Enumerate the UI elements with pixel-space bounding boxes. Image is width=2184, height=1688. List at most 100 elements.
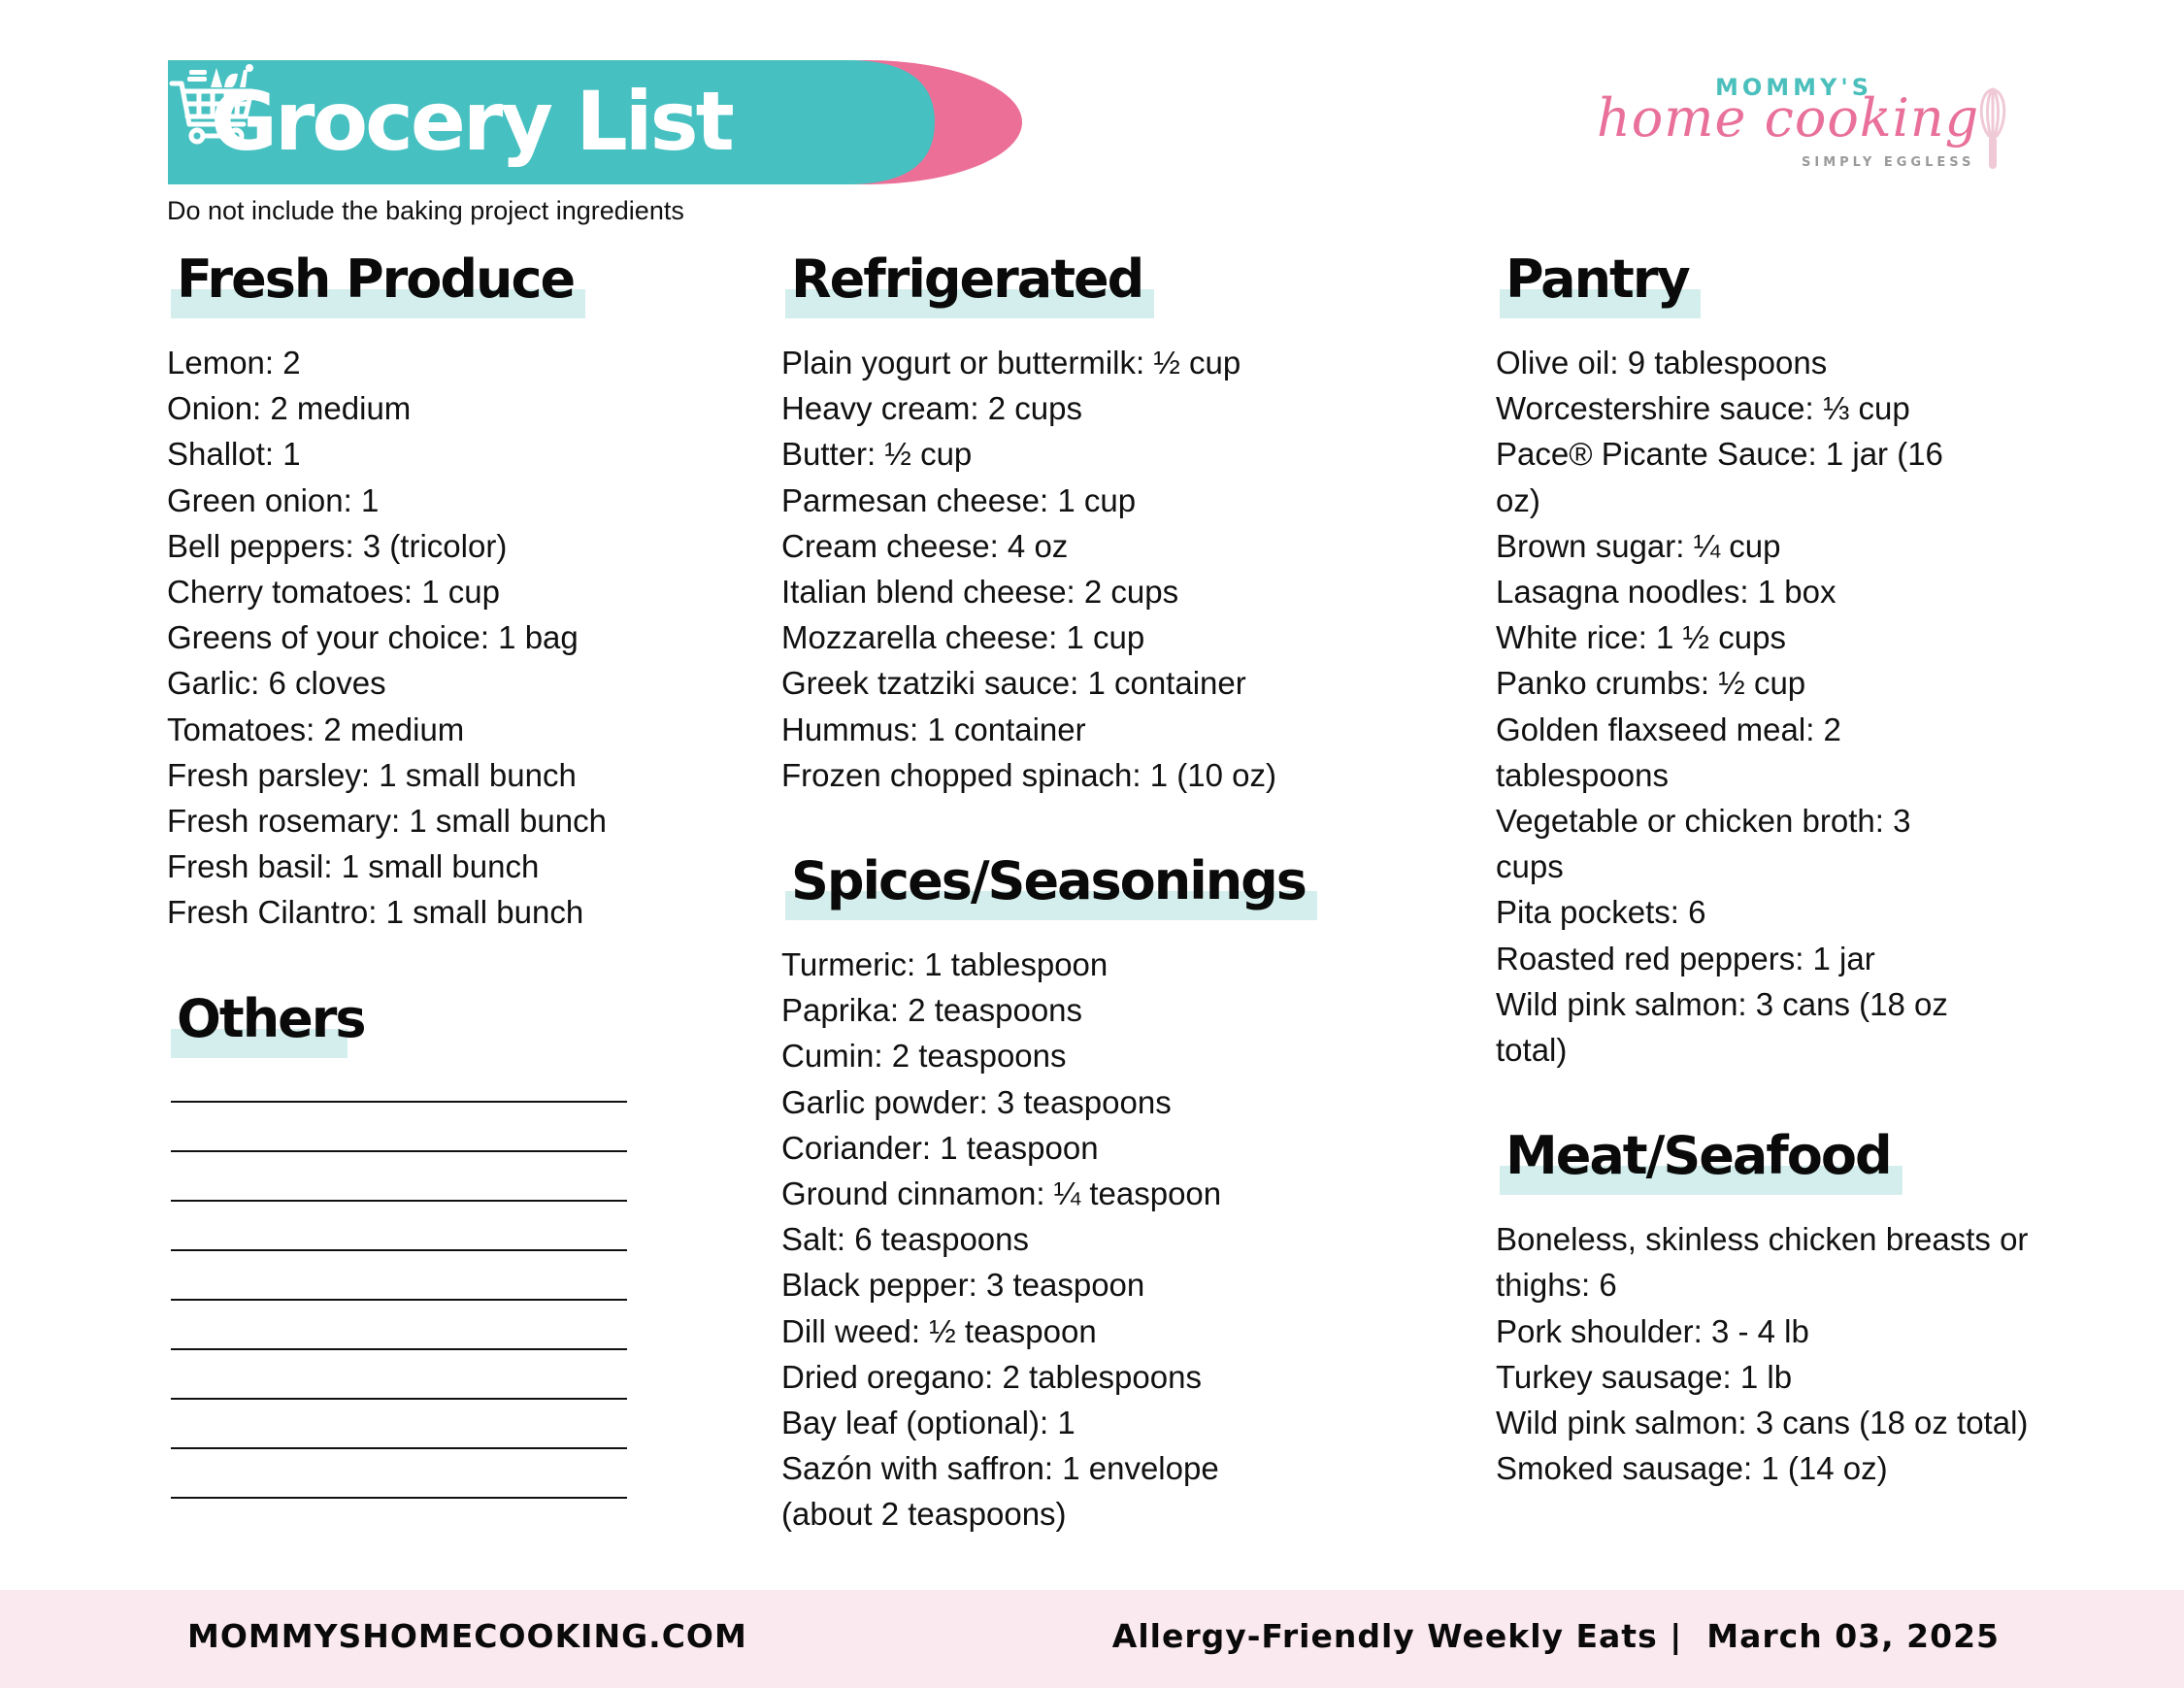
logo-tagline: SIMPLY EGGLESS: [1802, 155, 1975, 170]
list-item: Worcestershire sauce: ⅓ cup: [1496, 390, 1910, 427]
list-item: total): [1496, 1032, 1568, 1069]
heading-text: Refrigerated: [791, 248, 1144, 310]
list-item: Shallot: 1: [167, 436, 301, 473]
list-item: Italian blend cheese: 2 cups: [781, 574, 1179, 611]
spices-list: Turmeric: 1 tablespoon Paprika: 2 teaspoo…: [781, 942, 1364, 1538]
list-item: Fresh basil: 1 small bunch: [167, 848, 540, 885]
list-item: Smoked sausage: 1 (14 oz): [1496, 1450, 1888, 1487]
list-item: Green onion: 1: [167, 481, 380, 518]
list-item: Golden flaxseed meal: 2: [1496, 711, 1841, 747]
list-item: Cumin: 2 teaspoons: [781, 1038, 1067, 1075]
footer-date: March 03, 2025: [1706, 1617, 2000, 1655]
footer-band: MOMMYSHOMECOOKING.COM Allergy-Friendly W…: [0, 1590, 2184, 1688]
fresh-produce-list: Lemon: 2 Onion: 2 medium Shallot: 1 Green o…: [167, 340, 672, 936]
list-item: tablespoons: [1496, 756, 1669, 793]
list-item: Onion: 2 medium: [167, 390, 412, 427]
blank-write-line: [171, 1347, 627, 1350]
list-item: Garlic: 6 cloves: [167, 665, 386, 702]
list-item: oz): [1496, 481, 1540, 518]
list-item: Fresh rosemary: 1 small bunch: [167, 803, 607, 840]
list-item: Cherry tomatoes: 1 cup: [167, 574, 500, 611]
list-item: Heavy cream: 2 cups: [781, 390, 1082, 427]
blank-write-line: [171, 1149, 627, 1152]
title-banner: Grocery List: [168, 60, 1022, 184]
list-item: thighs: 6: [1496, 1267, 1617, 1304]
list-item: Butter: ½ cup: [781, 436, 973, 473]
blank-write-line: [171, 1446, 627, 1449]
column-middle: Refrigerated Plain yogurt or buttermilk:…: [781, 241, 1364, 1538]
list-item: White rice: 1 ½ cups: [1496, 619, 1786, 656]
list-item: Roasted red peppers: 1 jar: [1496, 940, 1875, 976]
list-item: Plain yogurt or buttermilk: ½ cup: [781, 345, 1241, 381]
list-item: Dried oregano: 2 tablespoons: [781, 1358, 1202, 1395]
section-heading-spices: Spices/Seasonings: [785, 843, 1317, 921]
list-item: Greens of your choice: 1 bag: [167, 619, 579, 656]
list-item: Brown sugar: ¼ cup: [1496, 527, 1781, 564]
list-item: Boneless, skinless chicken breasts or: [1496, 1221, 2029, 1258]
list-item: Fresh parsley: 1 small bunch: [167, 756, 577, 793]
list-item: Olive oil: 9 tablespoons: [1496, 345, 1828, 381]
shopping-cart-icon: [169, 64, 254, 145]
section-heading-fresh-produce: Fresh Produce: [171, 241, 586, 318]
heading-text: Fresh Produce: [177, 248, 576, 310]
blank-write-line: [171, 1298, 627, 1301]
blank-write-line: [171, 1496, 627, 1499]
list-item: Paprika: 2 teaspoons: [781, 992, 1083, 1029]
footer-series-date: Allergy-Friendly Weekly Eats | March 03,…: [1112, 1617, 2000, 1655]
page-title: Grocery List: [211, 74, 735, 169]
blank-write-line: [171, 1397, 627, 1400]
list-item: Wild pink salmon: 3 cans (18 oz: [1496, 985, 1948, 1022]
list-item: Wild pink salmon: 3 cans (18 oz total): [1496, 1405, 2029, 1441]
section-heading-pantry: Pantry: [1500, 241, 1701, 318]
list-item: Pace® Picante Sauce: 1 jar (16: [1496, 436, 1943, 473]
whisk-icon: [1979, 87, 2006, 169]
pantry-list: Olive oil: 9 tablespoons Worcestershire s…: [1496, 340, 2078, 1073]
subtitle-note: Do not include the baking project ingred…: [167, 196, 684, 225]
section-heading-others: Others: [171, 980, 377, 1058]
list-item: Black pepper: 3 teaspoon: [781, 1267, 1145, 1304]
heading-text: Meat/Seafood: [1506, 1125, 1893, 1187]
footer-separator: |: [1670, 1617, 1683, 1655]
list-item: Lemon: 2: [167, 345, 301, 381]
heading-text: Others: [177, 987, 367, 1049]
brand-logo: MOMMY'S home cooking SIMPLY EGGLESS: [1592, 68, 2029, 184]
section-heading-refrigerated: Refrigerated: [785, 241, 1155, 318]
others-blank-lines: [167, 1100, 672, 1499]
list-item: Vegetable or chicken broth: 3: [1496, 803, 1911, 840]
list-item: Pork shoulder: 3 - 4 lb: [1496, 1312, 1809, 1349]
heading-text: Pantry: [1506, 248, 1691, 310]
refrigerated-list: Plain yogurt or buttermilk: ½ cup Heavy c…: [781, 340, 1364, 798]
list-item: (about 2 teaspoons): [781, 1496, 1067, 1533]
column-left: Fresh Produce Lemon: 2 Onion: 2 medium Sha…: [167, 241, 672, 1546]
list-item: Cream cheese: 4 oz: [781, 527, 1069, 564]
list-item: Bay leaf (optional): 1: [781, 1405, 1075, 1441]
list-item: cups: [1496, 848, 1564, 885]
list-item: Fresh Cilantro: 1 small bunch: [167, 894, 584, 931]
list-item: Panko crumbs: ½ cup: [1496, 665, 1806, 702]
list-item: Mozzarella cheese: 1 cup: [781, 619, 1145, 656]
list-item: Ground cinnamon: ¼ teaspoon: [781, 1175, 1222, 1212]
list-item: Bell peppers: 3 (tricolor): [167, 527, 508, 564]
list-item: Tomatoes: 2 medium: [167, 711, 465, 747]
logo-text-script: home cooking: [1597, 87, 1980, 149]
list-item: Sazón with saffron: 1 envelope: [781, 1450, 1219, 1487]
heading-text: Spices/Seasonings: [791, 850, 1307, 912]
list-item: Frozen chopped spinach: 1 (10 oz): [781, 756, 1276, 793]
list-item: Turkey sausage: 1 lb: [1496, 1358, 1793, 1395]
list-item: Garlic powder: 3 teaspoons: [781, 1083, 1172, 1120]
list-item: Greek tzatziki sauce: 1 container: [781, 665, 1246, 702]
section-heading-meat-seafood: Meat/Seafood: [1500, 1117, 1903, 1196]
list-item: Pita pockets: 6: [1496, 894, 1706, 931]
list-item: Hummus: 1 container: [781, 711, 1086, 747]
blank-write-line: [171, 1100, 627, 1103]
meat-seafood-list: Boneless, skinless chicken breasts or thi…: [1496, 1216, 2078, 1491]
column-right: Pantry Olive oil: 9 tablespoons Worcester…: [1496, 241, 2078, 1491]
blank-write-line: [171, 1199, 627, 1202]
list-item: Parmesan cheese: 1 cup: [781, 481, 1137, 518]
footer-series: Allergy-Friendly Weekly Eats: [1111, 1617, 1658, 1655]
list-item: Lasagna noodles: 1 box: [1496, 574, 1837, 611]
list-item: Coriander: 1 teaspoon: [781, 1129, 1099, 1166]
list-item: Dill weed: ½ teaspoon: [781, 1312, 1097, 1349]
blank-write-line: [171, 1248, 627, 1251]
list-item: Turmeric: 1 tablespoon: [781, 946, 1109, 983]
